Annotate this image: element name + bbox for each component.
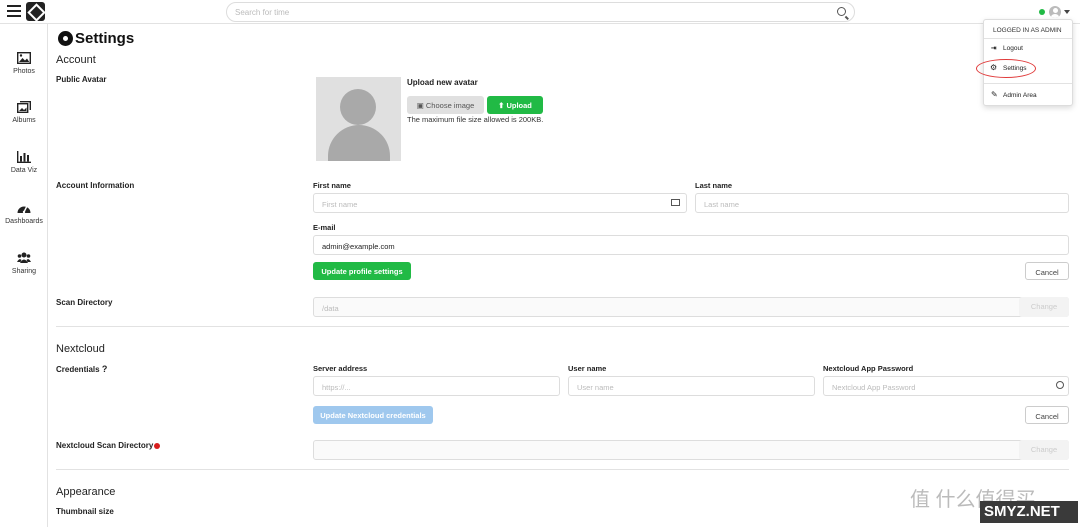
menu-item-label: Admin Area [1003,92,1037,99]
thumbnail-size-label: Thumbnail size [56,507,114,516]
sidebar-item-data-viz[interactable]: Data Viz [0,151,48,174]
sidebar-item-label: Data Viz [10,167,38,174]
app-password-field[interactable]: Nextcloud App Password [823,376,1069,396]
upload-button[interactable]: ⬆ Upload [487,96,543,114]
account-information-label: Account Information [56,181,135,190]
last-name-label: Last name [695,181,733,190]
logged-in-header: LOGGED IN AS ADMIN [993,27,1062,34]
update-nextcloud-credentials-button[interactable]: Update Nextcloud credentials [313,406,433,424]
wrench-icon: ✎ [991,90,998,99]
annotation-circle [976,59,1036,78]
user-name-label: User name [568,364,607,373]
error-dot-icon [154,442,161,449]
choose-image-label: Choose image [425,101,475,110]
users-icon [17,252,31,263]
upload-label: Upload [506,101,532,110]
sidebar-item-photos[interactable]: Photos [0,52,48,75]
page-title-text: Settings [75,30,135,47]
server-address-field[interactable]: https://... [313,376,560,396]
first-name-placeholder: First name [322,200,358,209]
settings-page: Settings Account Public Avatar Upload ne… [48,24,1080,527]
page-title: Settings [58,30,134,47]
watermark: 值 什么值得买 SMYZ.NET [910,483,1078,527]
last-name-placeholder: Last name [704,200,740,209]
section-divider [56,469,1069,470]
sidebar-item-albums[interactable]: Albums [0,101,48,124]
top-bar: Search for time [0,0,1080,24]
email-label: E-mail [313,223,336,232]
account-heading: Account [56,54,96,66]
search-input[interactable]: Search for time [226,2,855,22]
search-icon[interactable] [837,7,846,16]
logout-icon: ⇥ [991,45,997,52]
credentials-label-text: Credentials [56,365,100,374]
key-icon[interactable] [1056,381,1064,389]
max-file-size-note: The maximum file size allowed is 200KB. [407,115,544,124]
sidebar: Photos Albums Data Viz Dashboards Sharin… [0,24,48,527]
scan-directory-field[interactable]: /data [313,297,1069,317]
photo-icon [17,52,31,64]
first-name-field[interactable]: First name [313,193,687,213]
user-avatar[interactable] [1049,6,1061,18]
user-name-placeholder: User name [577,383,614,392]
gear-icon [58,31,73,46]
albums-icon [17,101,31,113]
hamburger-menu-icon[interactable] [7,5,21,17]
app-password-placeholder: Nextcloud App Password [832,383,916,392]
choose-image-button[interactable]: ▣ Choose image [407,96,484,114]
sidebar-item-label: Dashboards [5,218,43,225]
avatar-preview [316,77,401,161]
id-card-icon [671,199,680,206]
server-address-placeholder: https://... [322,383,351,392]
change-nextcloud-directory-button[interactable]: Change [1019,440,1069,460]
public-avatar-label: Public Avatar [56,75,107,84]
bar-chart-icon [17,151,31,163]
sidebar-item-label: Photos [13,68,35,75]
menu-item-admin-area[interactable]: ✎ Admin Area [984,88,1072,102]
menu-divider [984,83,1072,84]
nextcloud-heading: Nextcloud [56,343,105,355]
cancel-profile-button[interactable]: Cancel [1025,262,1069,280]
nextcloud-scan-directory-field[interactable] [313,440,1069,460]
menu-divider [984,38,1072,39]
first-name-label: First name [313,181,351,190]
menu-item-label: Logout [1003,45,1023,52]
change-scan-directory-button[interactable]: Change [1019,297,1069,317]
appearance-heading: Appearance [56,486,116,498]
scan-directory-value: /data [322,304,339,313]
app-password-label: Nextcloud App Password [823,364,914,373]
last-name-field[interactable]: Last name [695,193,1069,213]
email-field[interactable]: admin@example.com [313,235,1069,255]
sidebar-item-sharing[interactable]: Sharing [0,252,48,275]
nextcloud-scan-directory-text: Nextcloud Scan Directory [56,441,154,450]
credentials-label: Credentials ? [56,364,107,374]
cancel-nextcloud-button[interactable]: Cancel [1025,406,1069,424]
email-value: admin@example.com [322,242,395,251]
sidebar-item-label: Albums [12,117,36,124]
sidebar-item-dashboards[interactable]: Dashboards [0,202,48,225]
sidebar-item-label: Sharing [11,268,37,275]
search-placeholder: Search for time [235,8,290,17]
app-logo[interactable] [26,2,45,21]
online-status-icon [1039,9,1045,15]
update-profile-button[interactable]: Update profile settings [313,262,411,280]
section-divider [56,326,1069,327]
image-icon: ▣ [416,101,426,110]
scan-directory-label: Scan Directory [56,298,113,307]
menu-item-logout[interactable]: ⇥ Logout [984,41,1072,55]
nextcloud-scan-directory-label: Nextcloud Scan Directory [56,441,161,450]
nextcloud-user-name-field[interactable]: User name [568,376,815,396]
help-icon[interactable]: ? [102,364,108,374]
dashboard-gauge-icon [17,205,31,214]
upload-avatar-heading: Upload new avatar [407,78,478,87]
server-address-label: Server address [313,364,368,373]
chevron-down-icon[interactable] [1064,10,1070,14]
watermark-badge: SMYZ.NET [980,501,1078,523]
